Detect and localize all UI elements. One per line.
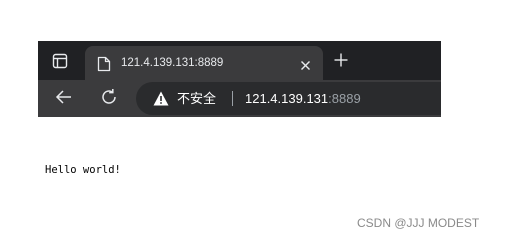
security-status-label[interactable]: 不安全: [177, 91, 216, 107]
active-tab[interactable]: 121.4.139.131:8889: [85, 46, 323, 80]
tab-strip: 121.4.139.131:8889: [38, 41, 441, 80]
omnibox-divider: [232, 91, 233, 106]
tab-actions-icon[interactable]: [52, 53, 68, 69]
warning-icon[interactable]: [153, 91, 169, 106]
watermark: CSDN @JJJ MODEST: [357, 216, 480, 230]
plus-icon[interactable]: [334, 53, 348, 67]
browser-toolbar: 不安全 121.4.139.131:8889: [38, 80, 441, 117]
tab-title: 121.4.139.131:8889: [121, 57, 224, 69]
url-port: :8889: [328, 91, 361, 106]
browser-window: 121.4.139.131:8889 不安全 121.4.139.131:888…: [38, 41, 441, 117]
page-favicon-icon: [97, 56, 111, 72]
url-text[interactable]: 121.4.139.131:8889: [245, 91, 361, 107]
back-arrow-icon[interactable]: [55, 88, 73, 106]
address-bar[interactable]: 不安全 121.4.139.131:8889: [136, 82, 441, 115]
url-host: 121.4.139.131: [245, 91, 329, 106]
page-body-text: Hello world!: [45, 164, 121, 176]
reload-icon[interactable]: [100, 88, 118, 106]
close-icon[interactable]: [300, 58, 311, 70]
